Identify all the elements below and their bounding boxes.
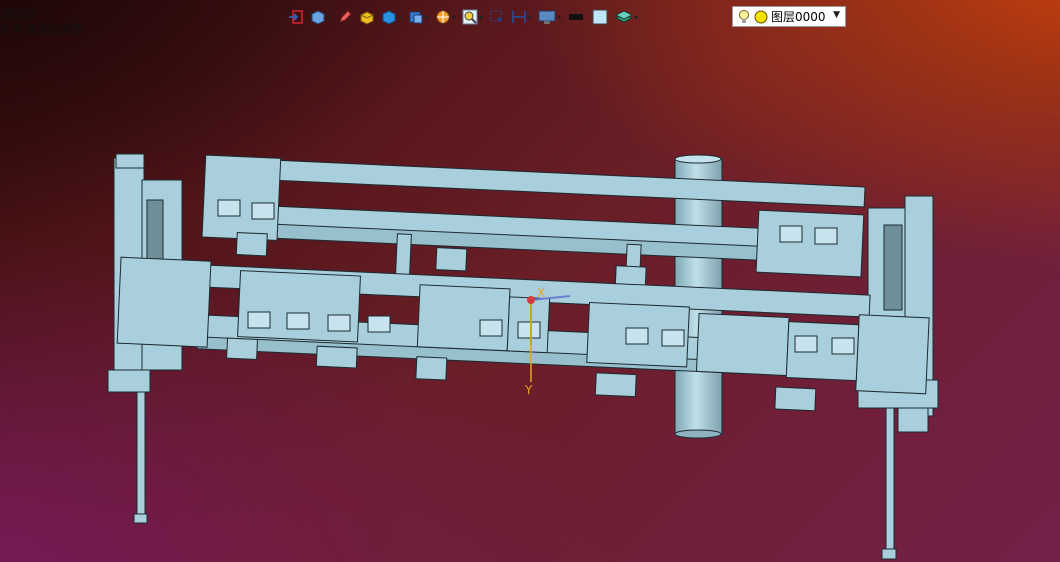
status-prompt: 请选取 对不选择的参数 [0, 8, 84, 36]
select-icon [490, 10, 504, 23]
chevron-down-icon: ▾ [327, 12, 332, 22]
dropdown-arrow-icon: ▼ [833, 10, 840, 20]
chevron-down-icon: ▾ [452, 12, 457, 22]
appearance-button[interactable]: ▾ [433, 6, 458, 28]
saved-views-button[interactable]: ▾ [406, 6, 431, 28]
sketch-button[interactable] [335, 6, 355, 28]
chevron-down-icon: ▾ [557, 12, 562, 22]
chevron-down-icon: ▾ [528, 12, 533, 22]
layer-dropdown-value: 图层0000 [771, 10, 826, 24]
zoom-button[interactable]: ▾ [460, 6, 485, 28]
shade-icon [360, 11, 374, 25]
lightblue-swatch-icon [592, 9, 608, 25]
exit-icon [289, 10, 303, 24]
pen-icon [339, 10, 352, 23]
color-wheel-icon [436, 10, 450, 24]
chevron-down-icon: ▾ [634, 12, 639, 22]
display-icon [538, 10, 556, 24]
left-leg [136, 371, 146, 521]
exit-button[interactable] [286, 6, 306, 28]
dimension-icon [512, 11, 526, 23]
right-foot [881, 548, 897, 560]
3d-viewport[interactable]: X Y 请选取 对不选择的参数 ▾ ▾ ▾ ▾ ▾ ▾ ▾ ▾ 图层0000 ▼ [0, 0, 1060, 562]
layer-color-icon [754, 10, 768, 23]
left-foot [133, 513, 148, 524]
dimension-button[interactable]: ▾ [509, 6, 534, 28]
status-line-2: 对不选择的参数 [0, 22, 85, 36]
view-toolbar: ▾ ▾ ▾ ▾ ▾ ▾ ▾ ▾ [286, 5, 640, 29]
black-swatch-icon [569, 14, 584, 20]
chevron-down-icon: ▾ [398, 12, 403, 22]
fill-color-button[interactable] [589, 6, 611, 28]
bulb-icon [739, 9, 749, 23]
layer-dropdown[interactable]: 图层0000 ▼ [732, 6, 846, 27]
shade-button[interactable] [357, 6, 377, 28]
select-button[interactable] [487, 6, 507, 28]
layer-settings-button[interactable]: ▾ [613, 6, 640, 28]
display-style-button[interactable]: ▾ [379, 6, 404, 28]
layer-icon [615, 10, 634, 23]
zoom-icon [462, 9, 478, 25]
cube-icon [382, 10, 396, 25]
view-orient-button[interactable]: ▾ [308, 6, 333, 28]
line-color-button[interactable] [565, 6, 587, 28]
right-leg [885, 404, 895, 553]
status-line-1: 请选取 [0, 8, 37, 22]
cad-model[interactable]: X Y [0, 0, 1060, 562]
view-icon [409, 11, 423, 24]
chevron-down-icon: ▾ [425, 12, 430, 22]
view-orient-icon [311, 10, 325, 25]
triad-x-label: X [537, 286, 545, 300]
display-settings-button[interactable]: ▾ [536, 6, 563, 28]
triad-y-label: Y [524, 383, 533, 397]
chevron-down-icon: ▾ [479, 12, 484, 22]
